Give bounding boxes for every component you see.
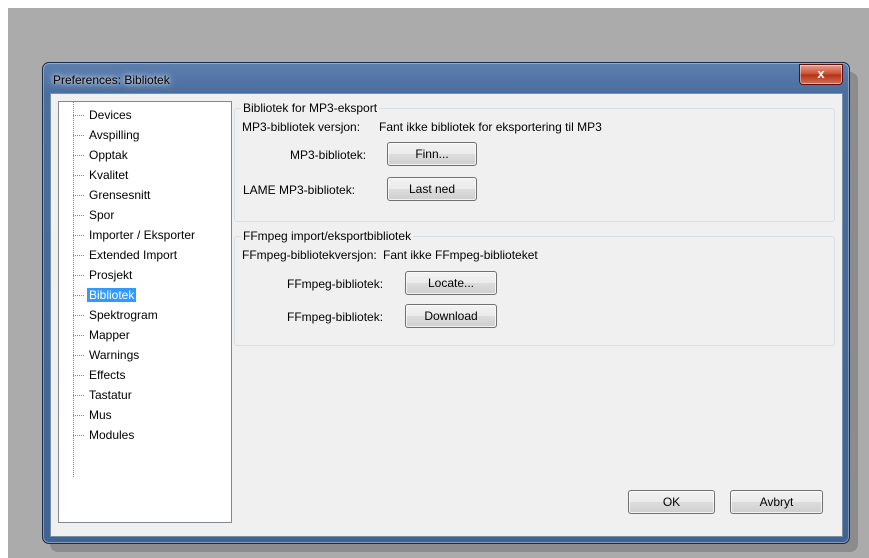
ffmpeg-locate-button[interactable]: Locate... [405,271,497,295]
tree-item-modules[interactable]: Modules [73,426,136,445]
tree-item-devices[interactable]: Devices [73,106,134,125]
tree-item-label: Kvalitet [89,168,129,182]
close-icon: x [817,66,825,81]
title-bar[interactable]: Preferences: Bibliotek x [43,63,849,94]
mp3-library-label: MP3-bibliotek: [290,148,367,162]
mp3-version-label: MP3-bibliotek versjon: [242,120,361,134]
tree-item-spektrogram[interactable]: Spektrogram [73,306,160,325]
window-title: Preferences: Bibliotek [53,73,170,87]
tree-item-label: Importer / Eksporter [89,228,196,242]
ffmpeg-download-button[interactable]: Download [405,304,497,328]
tree-item-label: Spor [89,208,115,222]
tree-item-effects[interactable]: Effects [73,366,127,385]
close-button[interactable]: x [799,64,843,85]
tree-item-label: Devices [89,108,132,122]
tree-item-tastatur[interactable]: Tastatur [73,386,134,405]
ffmpeg-library-group: FFmpeg import/eksportbibliotek FFmpeg-bi… [234,229,835,346]
tree-item-label: Effects [89,368,126,382]
mp3-find-button[interactable]: Finn... [387,142,477,166]
tree-item-mus[interactable]: Mus [73,406,114,425]
ffmpeg-group-title: FFmpeg import/eksportbibliotek [241,229,414,243]
tree-item-extended-import[interactable]: Extended Import [73,246,179,265]
tree-item-opptak[interactable]: Opptak [73,146,130,165]
dialog-client-area: Devices Avspilling Opptak Kvalitet Grens… [50,93,843,537]
tree-item-label: Mapper [89,328,130,342]
ffmpeg-version-value: Fant ikke FFmpeg-biblioteket [383,248,538,262]
tree-item-label: Tastatur [89,388,132,402]
preferences-tree[interactable]: Devices Avspilling Opptak Kvalitet Grens… [58,101,232,523]
tree-item-label: Modules [89,428,135,442]
preferences-dialog: Preferences: Bibliotek x Devices Avspill… [42,62,850,544]
tree-item-label: Grensesnitt [89,188,151,202]
tree-item-mapper[interactable]: Mapper [73,326,132,345]
tree-item-warnings[interactable]: Warnings [73,346,141,365]
ffmpeg-version-label: FFmpeg-bibliotekversjon: [242,248,377,262]
ok-button[interactable]: OK [628,490,715,514]
lame-download-button[interactable]: Last ned [387,177,477,201]
tree-item-avspilling[interactable]: Avspilling [73,126,141,145]
tree-item-kvalitet[interactable]: Kvalitet [73,166,130,185]
tree-item-label: Extended Import [89,248,178,262]
tree-item-label: Opptak [89,148,128,162]
tree-item-bibliotek[interactable]: Bibliotek [73,286,137,305]
lame-library-label: LAME MP3-bibliotek: [243,183,356,197]
tree-item-label: Spektrogram [89,308,158,322]
mp3-group-title: Bibliotek for MP3-eksport [241,101,380,115]
tree-item-importer-eksporter[interactable]: Importer / Eksporter [73,226,197,245]
mp3-version-value: Fant ikke bibliotek for eksportering til… [379,120,602,134]
mp3-library-group: Bibliotek for MP3-eksport MP3-bibliotek … [234,101,835,222]
tree-item-label: Prosjekt [89,268,133,282]
tree-item-spor[interactable]: Spor [73,206,116,225]
tree-item-grensesnitt[interactable]: Grensesnitt [73,186,152,205]
ffmpeg-library-label-2: FFmpeg-bibliotek: [287,310,384,324]
tree-item-label: Bibliotek [87,288,137,302]
ffmpeg-library-label: FFmpeg-bibliotek: [287,277,384,291]
tree-item-label: Avspilling [89,128,140,142]
tree-item-label: Warnings [89,348,140,362]
tree-item-prosjekt[interactable]: Prosjekt [73,266,134,285]
tree-item-label: Mus [89,408,112,422]
cancel-button[interactable]: Avbryt [730,490,823,514]
